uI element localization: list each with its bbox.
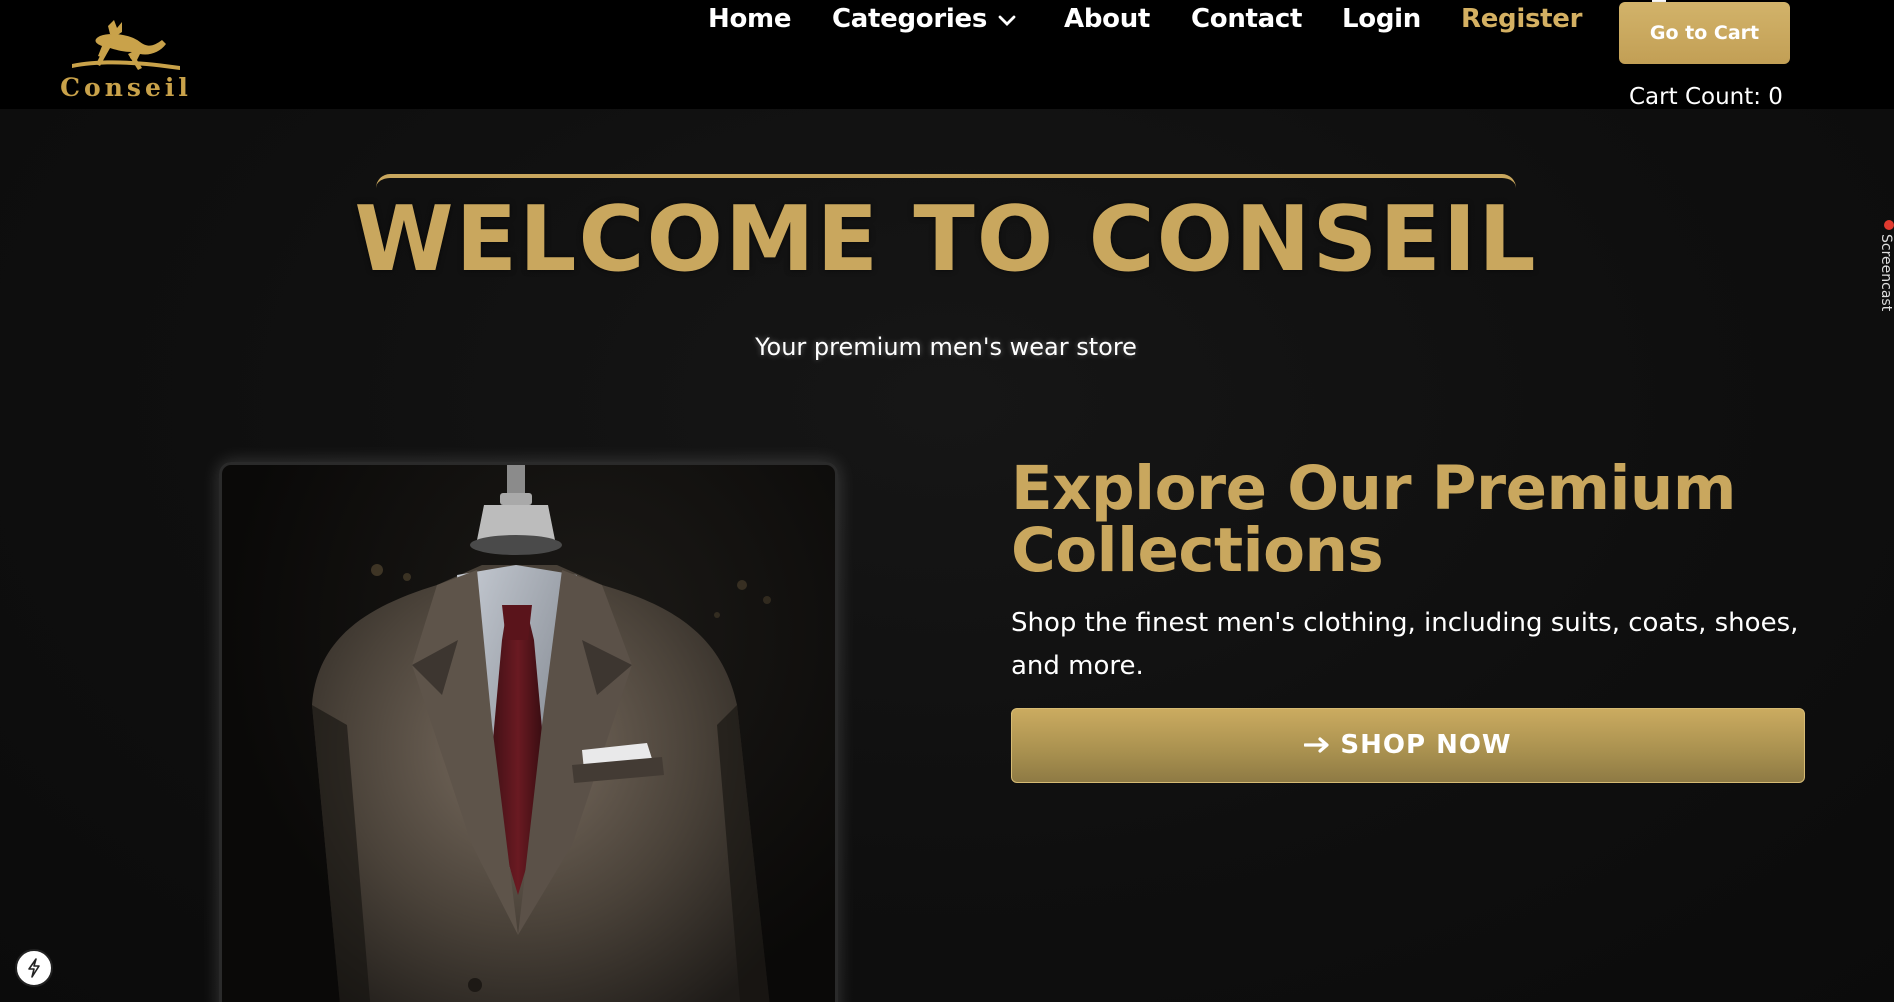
collections-heading: Explore Our Premium Collections xyxy=(1011,458,1771,582)
nav-categories[interactable]: Categories xyxy=(832,4,1017,35)
nav-categories-label: Categories xyxy=(832,4,988,34)
leaping-stag-icon xyxy=(72,20,180,70)
nav-home[interactable]: Home xyxy=(708,4,791,34)
navbar: Conseil Home Categories About Contact Lo… xyxy=(0,0,1894,110)
lightning-bolt-icon xyxy=(28,958,40,978)
shop-now-label: SHOP NOW xyxy=(1340,730,1512,760)
screencast-side-tab[interactable]: Screencast xyxy=(1880,218,1894,330)
record-dot-icon xyxy=(1884,220,1894,230)
title-accent-bar xyxy=(376,174,1516,188)
nav-about[interactable]: About xyxy=(1064,4,1150,34)
page-title: WELCOME TO CONSEIL xyxy=(354,187,1538,292)
go-to-cart-button[interactable]: Go to Cart xyxy=(1619,2,1790,64)
arrow-right-icon xyxy=(1303,709,1330,782)
shop-now-button[interactable]: SHOP NOW xyxy=(1011,708,1805,783)
chevron-down-icon xyxy=(997,5,1017,35)
nav-contact[interactable]: Contact xyxy=(1191,4,1302,34)
cart-count: Cart Count: 0 xyxy=(1629,84,1783,110)
nav-login[interactable]: Login xyxy=(1342,4,1421,34)
collections-description: Shop the finest men's clothing, includin… xyxy=(1011,608,1799,681)
suit-mannequin-illustration xyxy=(312,465,771,1002)
floating-bolt-button[interactable] xyxy=(15,949,53,987)
nav-register[interactable]: Register xyxy=(1461,4,1582,34)
page: Conseil Home Categories About Contact Lo… xyxy=(0,0,1894,1002)
brand-logo[interactable]: Conseil xyxy=(40,18,212,102)
screencast-label: Screencast xyxy=(1880,234,1894,312)
brand-name: Conseil xyxy=(60,73,192,102)
hero-image-suit xyxy=(219,462,838,1002)
collections-heading-line1: Explore Our Premium xyxy=(1011,453,1736,524)
page-subtitle: Your premium men's wear store xyxy=(755,333,1137,361)
collections-heading-line2: Collections xyxy=(1011,515,1384,586)
